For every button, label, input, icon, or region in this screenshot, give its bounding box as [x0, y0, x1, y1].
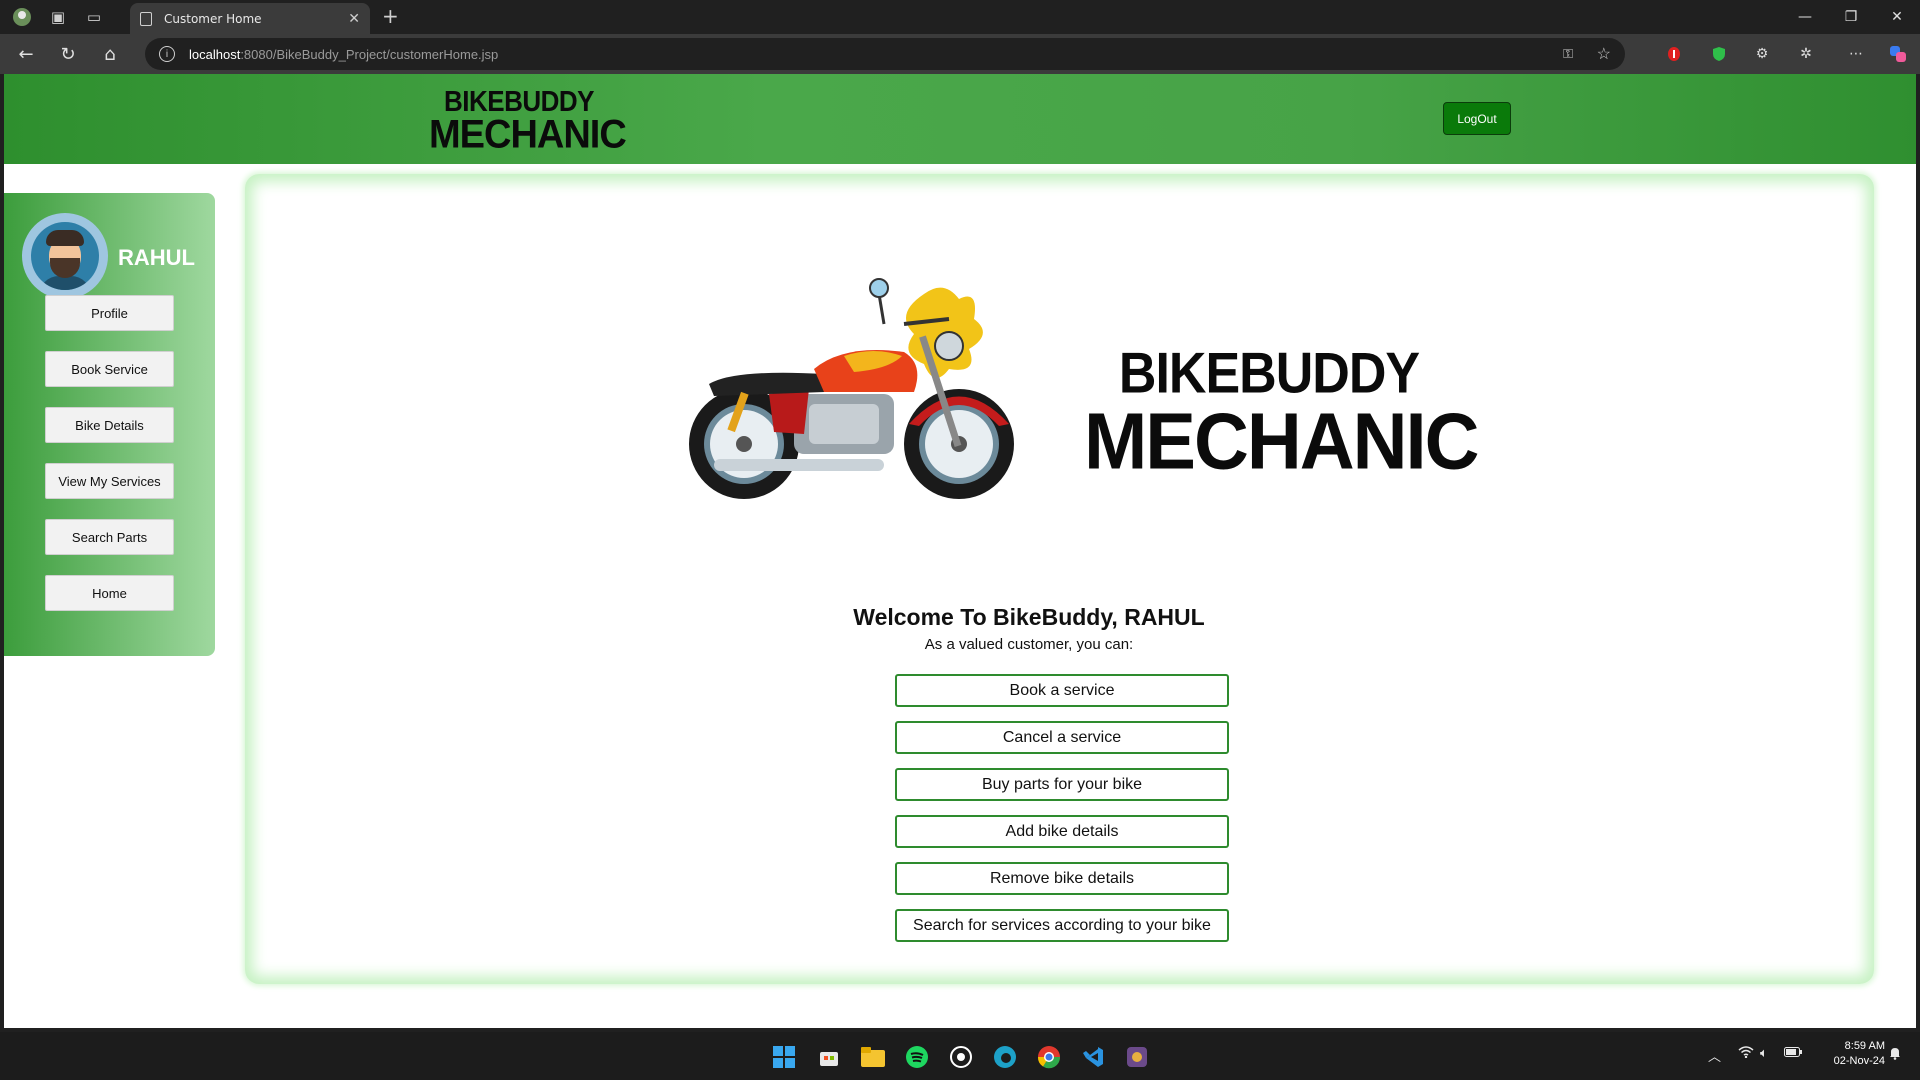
feature-search-services[interactable]: Search for services according to your bi…: [895, 909, 1229, 942]
motorcycle-image: [689, 278, 1014, 499]
app-icon[interactable]: [1122, 1042, 1152, 1072]
avatar-image: [31, 222, 99, 290]
feature-cancel-service[interactable]: Cancel a service: [895, 721, 1229, 754]
volume-icon[interactable]: 🔈︎: [1760, 1046, 1768, 1061]
tab-title: Customer Home: [164, 11, 262, 26]
extension-shield-icon[interactable]: [1705, 40, 1733, 68]
restore-icon[interactable]: ❐: [1828, 0, 1874, 34]
profile-avatar-icon[interactable]: [8, 3, 36, 31]
chrome-icon[interactable]: [1034, 1042, 1064, 1072]
sidebar-item-view-my-services[interactable]: View My Services: [45, 463, 174, 499]
battery-icon[interactable]: [1784, 1046, 1802, 1061]
main-logo: BIKEBUDDY MECHANIC: [1084, 342, 1480, 487]
notification-bell-icon[interactable]: [1888, 1046, 1902, 1064]
extension-red-icon[interactable]: [1660, 40, 1688, 68]
favorite-star-icon[interactable]: ☆: [1597, 44, 1611, 64]
spotify-icon[interactable]: [902, 1042, 932, 1072]
main-logo-line1: BIKEBUDDY: [1118, 342, 1420, 406]
welcome-heading: Welcome To BikeBuddy, RAHUL: [853, 604, 1205, 630]
site-header: BIKEBUDDY MECHANIC LogOut: [4, 74, 1916, 164]
sidebar-item-search-parts[interactable]: Search Parts: [45, 519, 174, 555]
store-icon[interactable]: [814, 1042, 844, 1072]
url-host: localhost: [189, 46, 241, 62]
back-icon[interactable]: ←: [10, 38, 42, 70]
logout-button[interactable]: LogOut: [1443, 102, 1511, 135]
window-controls: — ❐ ✕: [1782, 0, 1920, 34]
clock-date: 02-Nov-24: [1833, 1055, 1885, 1067]
clock-time: 8:59 AM: [1844, 1040, 1885, 1052]
workspaces-icon[interactable]: ▣: [44, 3, 72, 31]
vscode-icon[interactable]: [1078, 1042, 1108, 1072]
wifi-icon[interactable]: [1738, 1046, 1754, 1062]
tray-chevron-icon[interactable]: ︿: [1708, 1046, 1721, 1065]
taskbar: ︿ 🔈︎ 8:59 AM 02-Nov-24: [0, 1032, 1920, 1080]
sidebar: RAHUL Profile Book Service Bike Details …: [4, 193, 215, 656]
page-viewport: BIKEBUDDY MECHANIC LogOut RAHUL Profile …: [4, 74, 1916, 1028]
close-window-icon[interactable]: ✕: [1874, 0, 1920, 34]
extension-gear-icon[interactable]: ⚙: [1748, 40, 1776, 68]
header-logo-line1: BIKEBUDDY: [443, 84, 595, 118]
more-menu-icon[interactable]: ⋯: [1842, 40, 1870, 68]
feature-remove-bike-details[interactable]: Remove bike details: [895, 862, 1229, 895]
sidebar-item-home[interactable]: Home: [45, 575, 174, 611]
close-tab-icon[interactable]: ✕: [348, 11, 360, 27]
system-clock[interactable]: 8:59 AM 02-Nov-24: [1805, 1039, 1885, 1069]
edge-icon[interactable]: [990, 1042, 1020, 1072]
sidebar-item-profile[interactable]: Profile: [45, 295, 174, 331]
whatsapp-icon[interactable]: [946, 1042, 976, 1072]
url-path: :8080/BikeBuddy_Project/customerHome.jsp: [240, 46, 499, 62]
refresh-icon[interactable]: ↻: [52, 38, 84, 70]
avatar: [22, 213, 108, 299]
main-logo-line2: MECHANIC: [1084, 396, 1480, 487]
browser-tab-bar: ▣ ▭ Customer Home ✕ + — ❐ ✕: [0, 0, 1920, 34]
home-icon[interactable]: ⌂: [94, 38, 126, 70]
feature-buy-parts[interactable]: Buy parts for your bike: [895, 768, 1229, 801]
minimize-icon[interactable]: —: [1782, 0, 1828, 34]
address-bar[interactable]: i localhost :8080/BikeBuddy_Project/cust…: [145, 38, 1625, 70]
tab-actions-icon[interactable]: ▭: [80, 3, 108, 31]
password-key-icon[interactable]: ⚿: [1563, 46, 1573, 62]
page-icon: [140, 11, 152, 26]
new-tab-icon[interactable]: +: [382, 4, 399, 28]
header-logo-line2: MECHANIC: [429, 112, 627, 158]
feature-add-bike-details[interactable]: Add bike details: [895, 815, 1229, 848]
welcome-subtitle: As a valued customer, you can:: [924, 636, 1134, 653]
start-windows-icon[interactable]: [769, 1042, 799, 1072]
sidebar-item-book-service[interactable]: Book Service: [45, 351, 174, 387]
feature-book-service[interactable]: Book a service: [895, 674, 1229, 707]
browser-tab-customer-home[interactable]: Customer Home ✕: [130, 3, 370, 34]
header-logo: BIKEBUDDY MECHANIC: [429, 84, 627, 158]
browser-toolbar: ← ↻ ⌂ i localhost :8080/BikeBuddy_Projec…: [0, 34, 1920, 74]
extensions-puzzle-icon[interactable]: ✲: [1792, 40, 1820, 68]
copilot-icon[interactable]: [1884, 40, 1912, 68]
username: RAHUL: [118, 245, 195, 270]
file-explorer-icon[interactable]: [858, 1042, 888, 1072]
site-info-icon[interactable]: i: [159, 46, 175, 62]
sidebar-item-bike-details[interactable]: Bike Details: [45, 407, 174, 443]
